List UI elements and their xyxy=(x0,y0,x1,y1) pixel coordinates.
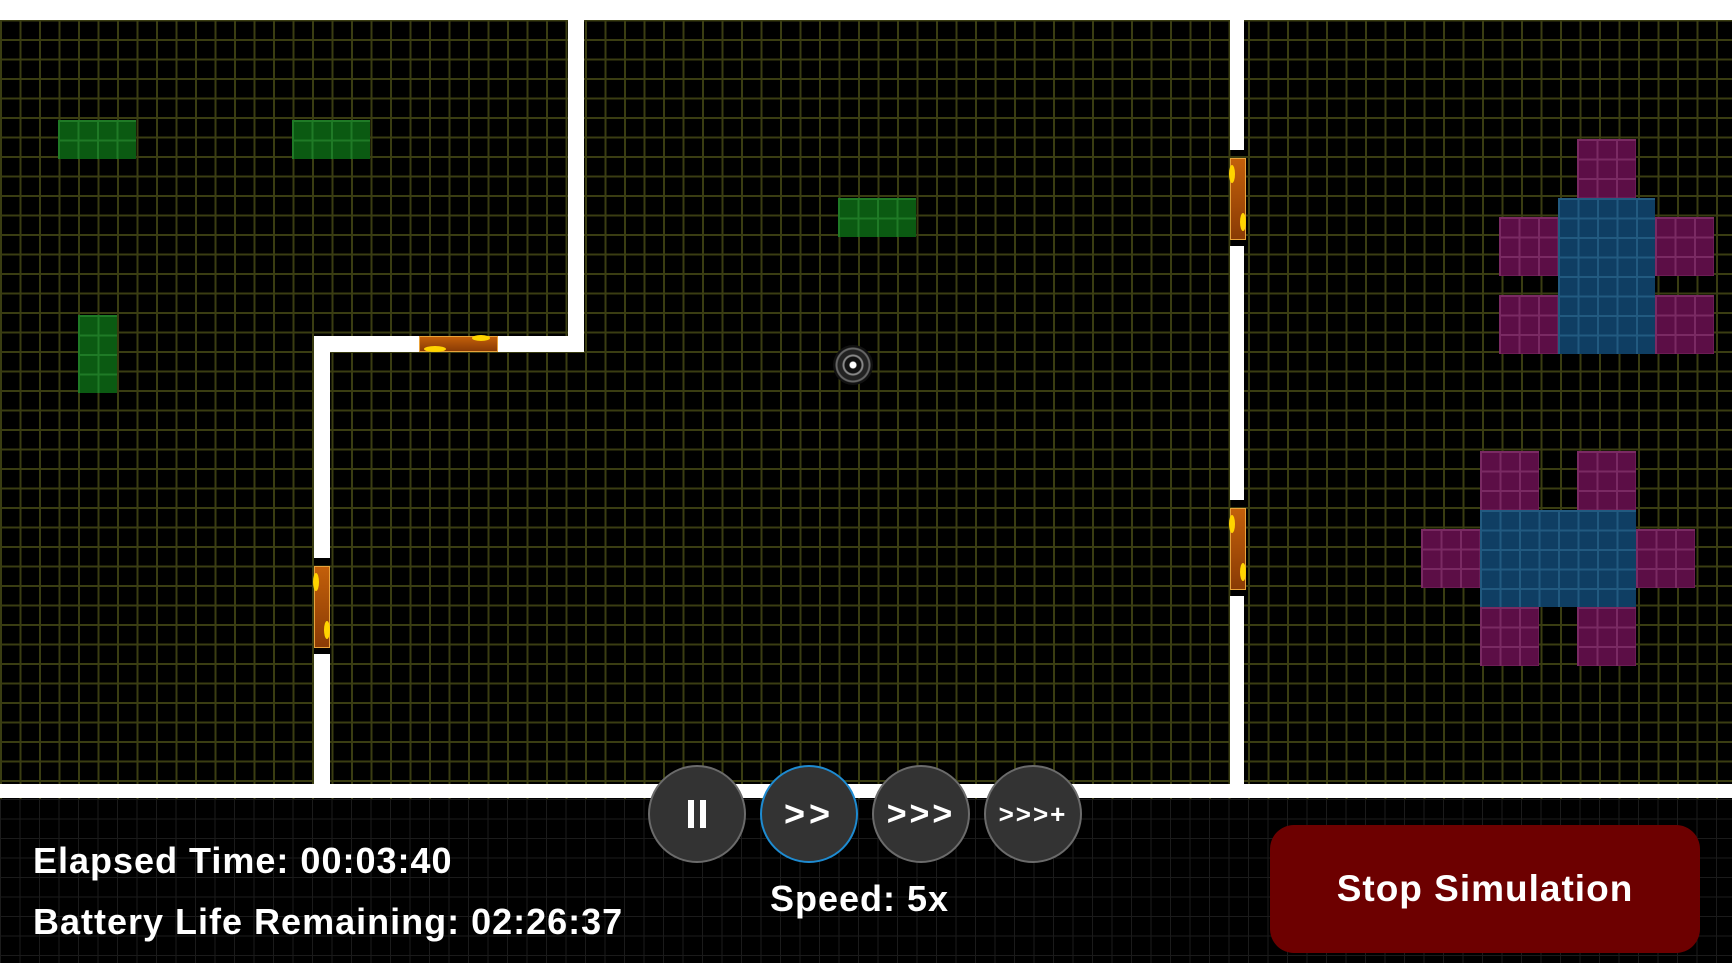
speed-max-label: >>>+ xyxy=(998,798,1068,829)
table xyxy=(1480,510,1636,607)
speed-max-button[interactable]: >>>+ xyxy=(984,765,1082,863)
chair xyxy=(1480,607,1539,666)
chair xyxy=(1655,217,1714,276)
door-light xyxy=(324,621,330,639)
wall-segment xyxy=(1230,20,1244,150)
wall-segment xyxy=(1230,596,1244,786)
chair xyxy=(1655,295,1714,354)
elapsed-time: Elapsed Time: 00:03:40 xyxy=(33,840,453,881)
wall-segment xyxy=(496,336,584,352)
wall-segment xyxy=(315,336,419,352)
door-light xyxy=(313,573,319,591)
simulation-map xyxy=(0,0,1732,799)
chair xyxy=(1636,529,1695,588)
stop-simulation-button[interactable]: Stop Simulation xyxy=(1270,825,1700,953)
wall-segment xyxy=(314,654,330,786)
chair xyxy=(1577,139,1636,198)
speed-2-label: >> xyxy=(783,793,835,834)
obstacle-green xyxy=(838,198,916,237)
wall-segment xyxy=(314,336,330,558)
speed-3-label: >>> xyxy=(886,794,956,833)
chair xyxy=(1421,529,1480,588)
obstacle-green xyxy=(78,315,117,393)
chair xyxy=(1577,451,1636,510)
wall-segment xyxy=(568,20,584,346)
door-light xyxy=(472,335,490,341)
door-light xyxy=(1229,515,1235,533)
obstacle-green xyxy=(58,120,136,159)
chair xyxy=(1499,295,1558,354)
chair xyxy=(1577,607,1636,666)
door xyxy=(1229,158,1246,240)
pause-icon xyxy=(688,800,706,828)
door-light xyxy=(1229,165,1235,183)
door-light xyxy=(424,346,446,352)
wall-segment xyxy=(1230,246,1244,500)
speed-2-button[interactable]: >> xyxy=(760,765,858,863)
pause-button[interactable] xyxy=(648,765,746,863)
table xyxy=(1558,198,1655,354)
door xyxy=(419,335,498,352)
wall-top xyxy=(0,0,1732,20)
battery-life: Battery Life Remaining: 02:26:37 xyxy=(33,901,624,942)
door xyxy=(1229,508,1246,590)
door xyxy=(313,566,330,648)
obstacle-green xyxy=(292,120,370,159)
speed-3-button[interactable]: >>> xyxy=(872,765,970,863)
door-light xyxy=(1240,563,1246,581)
door-light xyxy=(1240,213,1246,231)
chair xyxy=(1499,217,1558,276)
wall-bottom xyxy=(0,784,1732,798)
robot-vacuum-icon xyxy=(833,345,873,385)
chair xyxy=(1480,451,1539,510)
speed-indicator: Speed: 5x xyxy=(770,878,950,919)
